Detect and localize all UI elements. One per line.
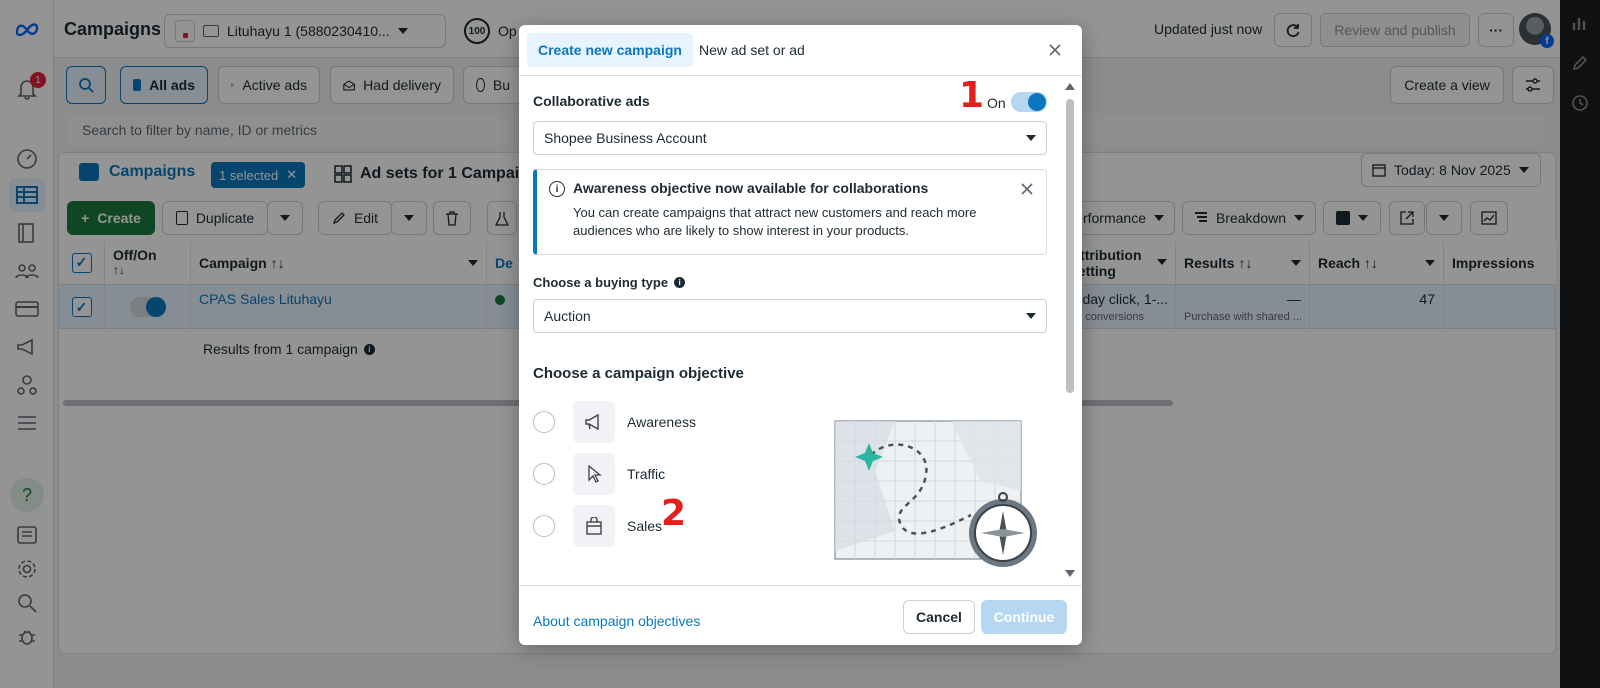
close-icon[interactable] <box>1046 41 1064 59</box>
dismiss-info-icon[interactable] <box>1020 182 1034 196</box>
megaphone-icon <box>573 401 615 443</box>
collab-state-label: On <box>987 95 1006 111</box>
info-title: Awareness objective now available for co… <box>573 180 929 196</box>
objective-traffic[interactable]: Traffic <box>533 453 665 495</box>
collaborative-ads-label: Collaborative ads <box>533 93 650 109</box>
info-text: You can create campaigns that attract ne… <box>573 205 977 238</box>
objective-label: Awareness <box>627 414 697 430</box>
awareness-radio[interactable] <box>533 411 555 433</box>
annotation-step-2: 2 <box>661 493 687 534</box>
create-campaign-dialog: Create new campaign New ad set or ad Col… <box>519 25 1082 645</box>
objective-heading: Choose a campaign objective <box>533 365 744 382</box>
chevron-down-icon <box>1026 313 1036 319</box>
objective-label: Traffic <box>627 466 666 482</box>
divider <box>519 75 1082 76</box>
buying-type-label: Choose a buying type <box>533 275 669 290</box>
collab-account-select[interactable]: Shopee Business Account <box>533 121 1047 155</box>
scroll-up-icon[interactable] <box>1065 83 1075 90</box>
dialog-footer: About campaign objectives Cancel Continu… <box>519 585 1082 645</box>
tab-new-adset-or-ad[interactable]: New ad set or ad <box>688 33 816 67</box>
modal-scrollbar[interactable] <box>1065 83 1075 577</box>
info-circle-icon: i <box>549 181 565 197</box>
sales-radio[interactable] <box>533 515 555 537</box>
cursor-icon <box>573 453 615 495</box>
chevron-down-icon <box>1026 135 1036 141</box>
buying-type-label-row: Choose a buying type i <box>533 275 686 290</box>
cancel-button[interactable]: Cancel <box>903 600 975 634</box>
select-value: Auction <box>544 308 591 324</box>
continue-button[interactable]: Continue <box>981 600 1067 634</box>
objective-illustration <box>831 415 1041 575</box>
annotation-step-1: 1 <box>959 75 985 116</box>
select-value: Shopee Business Account <box>544 130 707 146</box>
buying-type-select[interactable]: Auction <box>533 299 1047 333</box>
objective-label: Sales <box>627 518 663 534</box>
objective-awareness[interactable]: Awareness <box>533 401 696 443</box>
objective-sales[interactable]: Sales <box>533 505 662 547</box>
shopping-bag-icon <box>573 505 615 547</box>
tab-create-new-campaign[interactable]: Create new campaign <box>527 33 693 67</box>
traffic-radio[interactable] <box>533 463 555 485</box>
scroll-thumb[interactable] <box>1066 99 1074 393</box>
collaborative-ads-toggle[interactable] <box>1011 92 1047 112</box>
awareness-info-banner: i Awareness objective now available for … <box>533 169 1047 255</box>
scroll-down-icon[interactable] <box>1065 570 1075 577</box>
about-objectives-link[interactable]: About campaign objectives <box>533 613 700 629</box>
info-icon[interactable]: i <box>674 277 686 288</box>
